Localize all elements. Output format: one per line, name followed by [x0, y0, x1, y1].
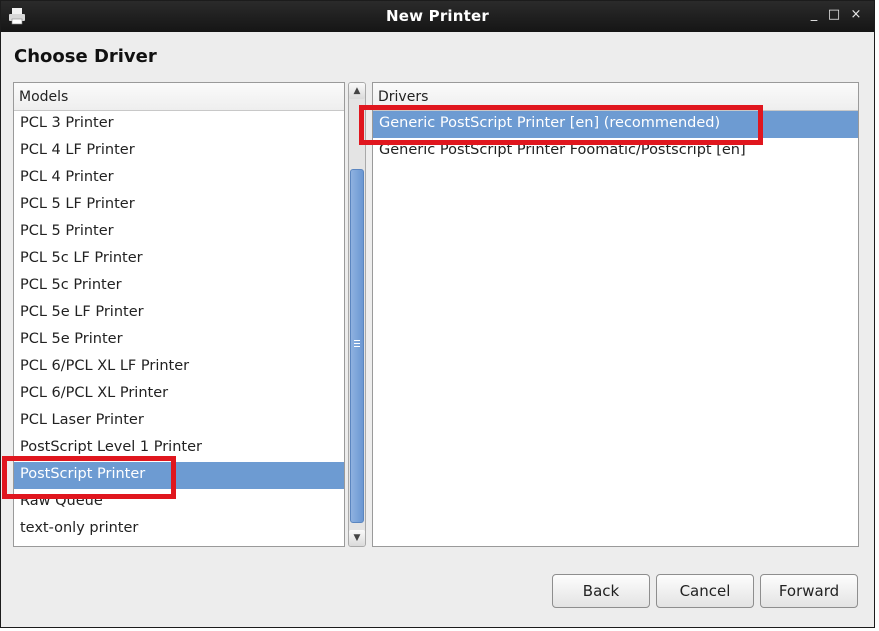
scroll-up-icon[interactable]: ▲: [349, 83, 365, 99]
title-bar[interactable]: New Printer _ □ ×: [1, 1, 874, 32]
models-scrollbar[interactable]: ▲ ▼: [348, 82, 366, 547]
forward-button[interactable]: Forward: [760, 574, 858, 608]
grip-icon: [354, 340, 360, 347]
annotation-highlight-driver: [359, 105, 763, 145]
cancel-button[interactable]: Cancel: [656, 574, 754, 608]
window-title: New Printer: [386, 7, 489, 25]
minimize-icon[interactable]: _: [806, 7, 822, 22]
close-icon[interactable]: ×: [848, 7, 864, 22]
model-list-item[interactable]: PCL 6/PCL XL LF Printer: [14, 354, 344, 381]
maximize-icon[interactable]: □: [826, 7, 842, 22]
model-list-item[interactable]: text-only printer: [14, 516, 344, 543]
model-list-item[interactable]: PCL 5 Printer: [14, 219, 344, 246]
model-list-item[interactable]: PCL 6/PCL XL Printer: [14, 381, 344, 408]
model-list-item[interactable]: PCL 5 LF Printer: [14, 192, 344, 219]
drivers-list[interactable]: Drivers Generic PostScript Printer [en] …: [372, 82, 859, 547]
new-printer-dialog: New Printer _ □ × Choose Driver Models P…: [0, 0, 875, 628]
model-list-item[interactable]: PCL 5c LF Printer: [14, 246, 344, 273]
scrollbar-thumb[interactable]: [350, 169, 364, 523]
back-button[interactable]: Back: [552, 574, 650, 608]
page-title: Choose Driver: [14, 46, 157, 67]
model-list-item[interactable]: PCL 4 Printer: [14, 165, 344, 192]
model-list-item[interactable]: PCL Laser Printer: [14, 408, 344, 435]
model-list-item[interactable]: PCL 5e LF Printer: [14, 300, 344, 327]
model-list-item[interactable]: PCL 5c Printer: [14, 273, 344, 300]
scroll-down-icon[interactable]: ▼: [349, 530, 365, 546]
models-column-header[interactable]: Models: [14, 83, 344, 111]
model-list-item[interactable]: PCL 3 Printer: [14, 111, 344, 138]
model-list-item[interactable]: PCL 4 LF Printer: [14, 138, 344, 165]
annotation-highlight-model: [2, 456, 176, 499]
model-list-item[interactable]: PCL 5e Printer: [14, 327, 344, 354]
